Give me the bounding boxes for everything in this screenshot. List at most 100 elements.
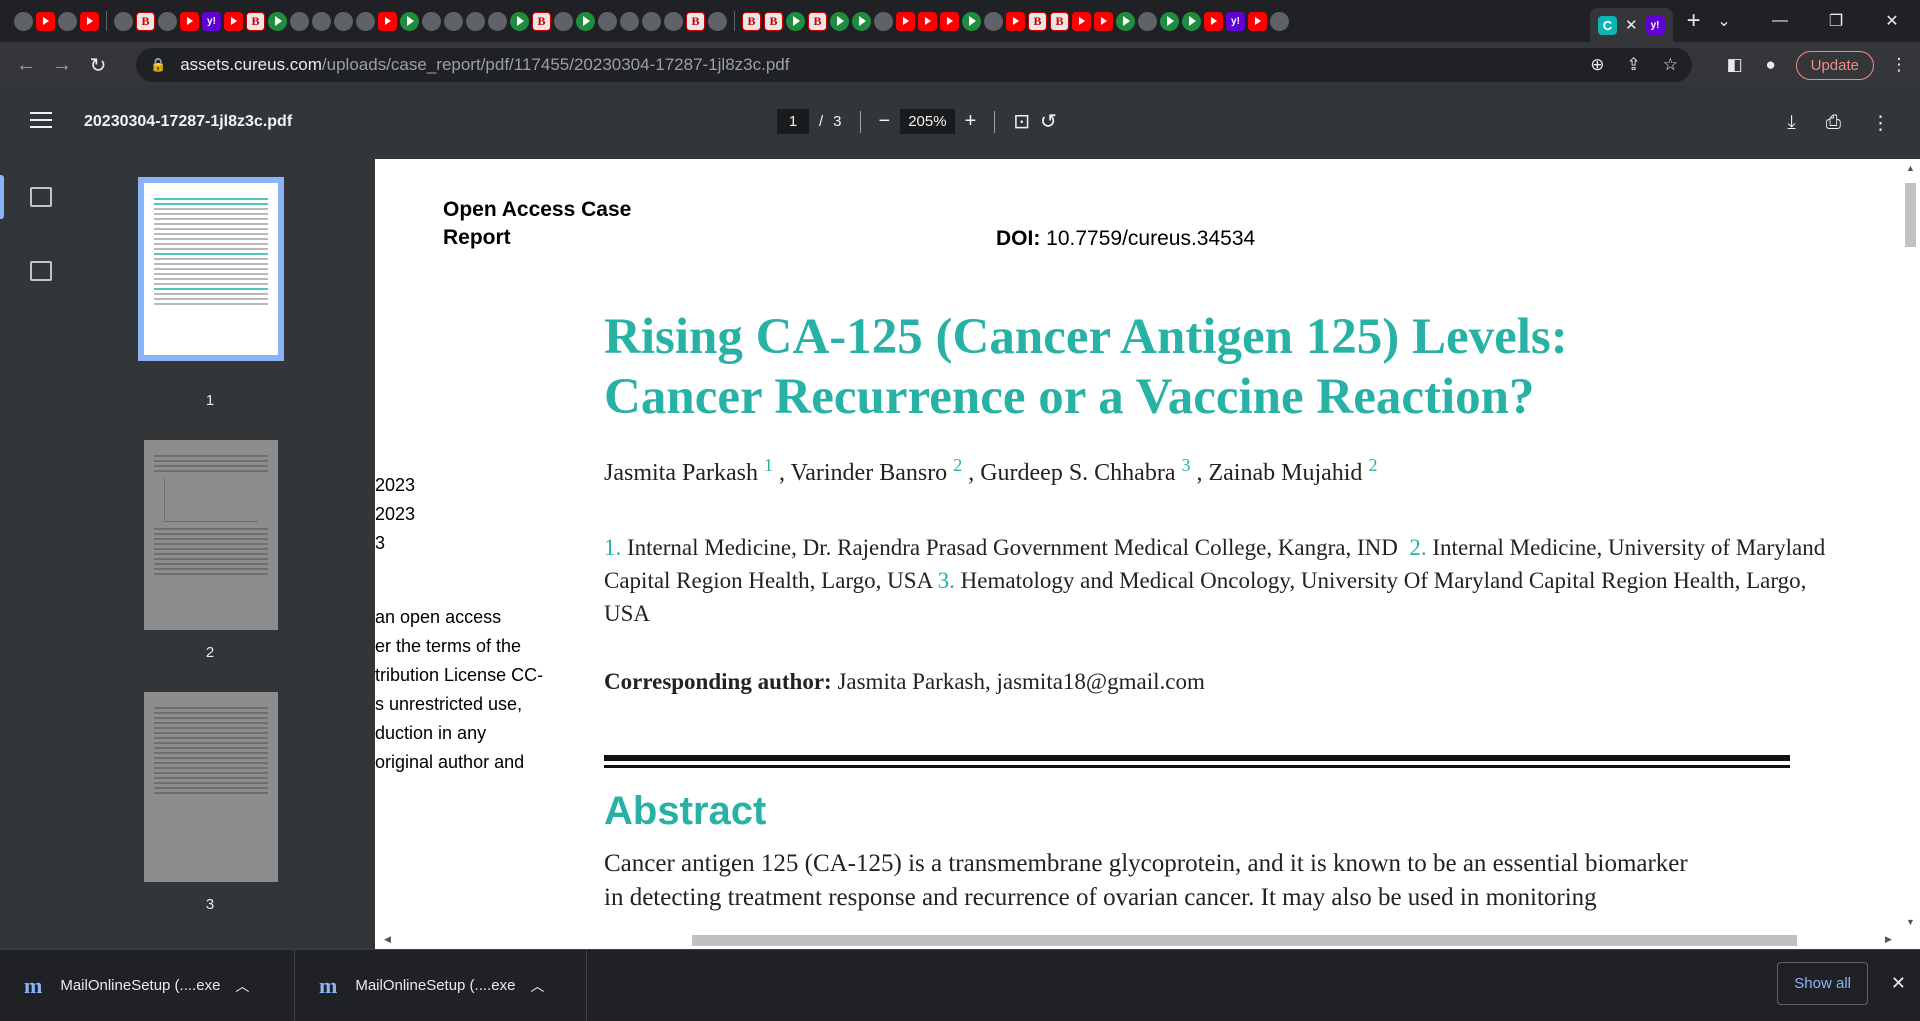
tab-favicon-icon[interactable] xyxy=(180,11,199,31)
scrollbar-thumb[interactable] xyxy=(692,935,1797,946)
outline-view-icon[interactable] xyxy=(30,261,52,281)
scrollbar-thumb[interactable] xyxy=(1905,183,1916,247)
tab-favicon-icon[interactable]: B xyxy=(1028,11,1047,31)
scroll-left-icon[interactable]: ◀ xyxy=(384,934,391,945)
page-thumbnail-3[interactable] xyxy=(144,692,278,882)
hamburger-menu-icon[interactable] xyxy=(30,112,52,133)
profile-avatar-icon[interactable]: ● xyxy=(1760,55,1782,75)
tab-favicon-icon[interactable] xyxy=(664,11,683,31)
tab-favicon-icon[interactable] xyxy=(1006,11,1025,31)
tab-favicon-icon[interactable] xyxy=(312,11,331,31)
tab-favicon-icon[interactable] xyxy=(488,11,507,31)
tab-favicon-icon[interactable] xyxy=(1270,11,1289,31)
tab-search-chevron-icon[interactable]: ⌄ xyxy=(1696,11,1752,31)
tab-favicon-icon[interactable] xyxy=(598,11,617,31)
close-downloads-icon[interactable]: ✕ xyxy=(1891,973,1906,994)
tab-favicon-icon[interactable] xyxy=(334,11,353,31)
more-menu-icon[interactable]: ⋮ xyxy=(1888,55,1910,75)
page-number-input[interactable]: 1 xyxy=(777,109,809,134)
zoom-in-icon[interactable]: + xyxy=(965,110,977,133)
tab-favicon-icon[interactable] xyxy=(1248,11,1267,31)
download-icon[interactable]: ⤓ xyxy=(1787,112,1795,135)
tab-favicon-icon[interactable]: y! xyxy=(1226,11,1245,31)
tab-favicon-icon[interactable] xyxy=(830,11,849,31)
zoom-icon[interactable]: ⊕ xyxy=(1590,55,1604,75)
zoom-out-icon[interactable]: − xyxy=(879,110,891,133)
tab-favicon-icon[interactable] xyxy=(14,11,33,31)
vertical-scrollbar[interactable]: ▲ ▼ xyxy=(1901,159,1920,932)
tab-favicon-icon[interactable] xyxy=(466,11,485,31)
rotate-icon[interactable]: ↺ xyxy=(1040,109,1057,134)
page-thumbnail-2[interactable] xyxy=(144,440,278,630)
chevron-up-icon[interactable]: ︿ xyxy=(530,976,544,996)
tab-favicon-icon[interactable] xyxy=(378,11,397,31)
author-affiliation-ref[interactable]: 1 xyxy=(764,455,773,475)
tab-favicon-icon[interactable] xyxy=(984,11,1003,31)
tab-favicon-icon[interactable] xyxy=(422,11,441,31)
address-bar[interactable]: 🔒 assets.cureus.com/uploads/case_report/… xyxy=(136,48,1692,82)
tab-favicon-icon[interactable] xyxy=(1094,11,1113,31)
scroll-up-icon[interactable]: ▲ xyxy=(1906,163,1915,173)
tab-favicon-icon[interactable] xyxy=(896,11,915,31)
tab-favicon-icon[interactable] xyxy=(1072,11,1091,31)
tab-favicon-icon[interactable] xyxy=(642,11,661,31)
download-item[interactable]: m MailOnlineSetup (....exe ︿ xyxy=(0,950,295,1021)
tab-favicon-icon[interactable] xyxy=(1204,11,1223,31)
minimize-icon[interactable]: — xyxy=(1752,12,1808,30)
lock-icon[interactable]: 🔒 xyxy=(150,57,166,73)
reload-icon[interactable]: ↻ xyxy=(80,53,116,78)
tab-favicon-icon[interactable] xyxy=(1116,11,1135,31)
tab-favicon-icon[interactable] xyxy=(1182,11,1201,31)
tab-favicon-icon[interactable] xyxy=(918,11,937,31)
tab-favicon-icon[interactable] xyxy=(80,11,99,31)
tab-favicon-icon[interactable] xyxy=(356,11,375,31)
tab-favicon-icon[interactable] xyxy=(444,11,463,31)
tab-favicon-icon[interactable]: y! xyxy=(202,11,221,31)
close-tab-icon[interactable]: ✕ xyxy=(1625,16,1638,34)
close-window-icon[interactable]: ✕ xyxy=(1864,11,1920,31)
print-icon[interactable]: ⎙ xyxy=(1826,112,1841,135)
author-affiliation-ref[interactable]: 3 xyxy=(1181,455,1190,475)
tab-favicon-icon[interactable]: B xyxy=(808,11,827,31)
zoom-level-input[interactable]: 205% xyxy=(900,109,955,134)
tab-favicon-icon[interactable] xyxy=(1138,11,1157,31)
thumbnails-view-icon[interactable] xyxy=(30,187,52,207)
update-button[interactable]: Update xyxy=(1795,50,1874,80)
scroll-right-icon[interactable]: ▶ xyxy=(1885,934,1892,945)
tab-favicon-icon[interactable] xyxy=(940,11,959,31)
horizontal-scrollbar[interactable]: ◀ ▶ xyxy=(375,932,1920,949)
tab-favicon-icon[interactable] xyxy=(874,11,893,31)
scroll-down-icon[interactable]: ▼ xyxy=(1906,917,1915,927)
tab-favicon-icon[interactable] xyxy=(224,11,243,31)
show-all-button[interactable]: Show all xyxy=(1777,962,1868,1005)
author-affiliation-ref[interactable]: 2 xyxy=(953,455,962,475)
tab-favicon-icon[interactable] xyxy=(268,11,287,31)
side-panel-icon[interactable]: ◧ xyxy=(1724,55,1746,75)
tab-favicon-icon[interactable]: B xyxy=(246,11,265,31)
tab-favicon-icon[interactable] xyxy=(290,11,309,31)
tab-favicon-icon[interactable]: B xyxy=(764,11,783,31)
chevron-up-icon[interactable]: ︿ xyxy=(235,976,249,996)
tab-favicon-icon[interactable] xyxy=(852,11,871,31)
tab-favicon-icon[interactable] xyxy=(962,11,981,31)
fit-page-icon[interactable]: ⊡ xyxy=(1013,109,1030,134)
share-icon[interactable]: ⇪ xyxy=(1627,55,1641,75)
tab-favicon-icon[interactable] xyxy=(576,11,595,31)
tab-favicon-icon[interactable]: B xyxy=(686,11,705,31)
tab-favicon-icon[interactable] xyxy=(786,11,805,31)
pdf-more-icon[interactable]: ⋮ xyxy=(1871,112,1890,135)
tab-favicon-icon[interactable] xyxy=(400,11,419,31)
tab-favicon-icon[interactable]: B xyxy=(1050,11,1069,31)
tab-favicon-icon[interactable] xyxy=(620,11,639,31)
tab-favicon-icon[interactable]: B xyxy=(136,11,155,31)
tab-favicon-icon[interactable] xyxy=(36,11,55,31)
tab-favicon-icon[interactable] xyxy=(158,11,177,31)
doi-value[interactable]: 10.7759/cureus.34534 xyxy=(1046,227,1255,250)
active-tab[interactable]: C ✕ y! xyxy=(1590,8,1673,42)
tab-favicon-icon[interactable] xyxy=(1160,11,1179,31)
tab-favicon-icon[interactable] xyxy=(510,11,529,31)
author-affiliation-ref[interactable]: 2 xyxy=(1368,455,1377,475)
download-item[interactable]: m MailOnlineSetup (....exe ︿ xyxy=(295,950,587,1021)
forward-arrow-icon[interactable]: → xyxy=(44,54,80,77)
tab-favicon-icon[interactable] xyxy=(708,11,727,31)
